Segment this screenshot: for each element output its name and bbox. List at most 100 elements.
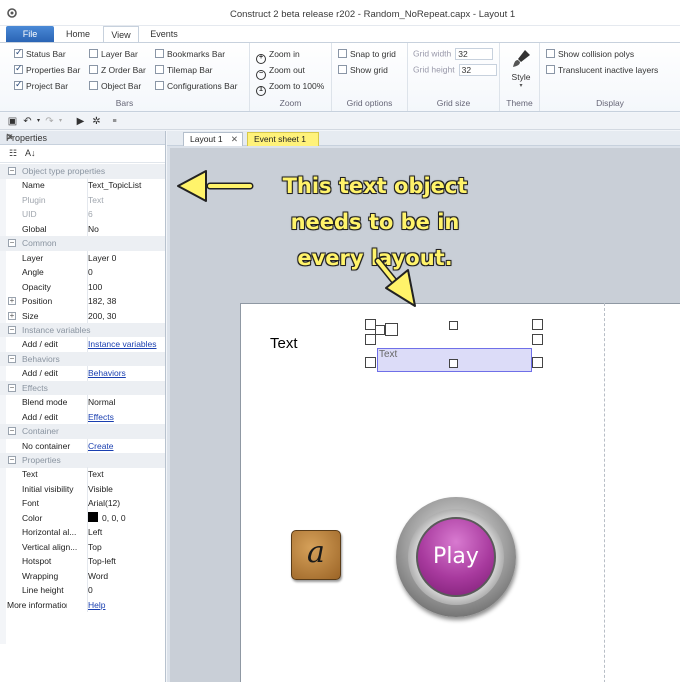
property-value-cell[interactable]: Effects [87,409,163,425]
translucent-inactive-layers-checkbox[interactable]: Translucent inactive layers [546,65,658,76]
property-value-cell[interactable]: Top [87,539,163,555]
property-row[interactable]: Plugin Text [0,192,165,208]
project-bar-checkbox[interactable]: Project Bar [14,79,68,92]
snap-to-grid-checkbox[interactable]: Snap to grid [338,49,396,60]
redo-dropdown-icon[interactable]: ▾ [55,116,66,127]
property-row[interactable]: Add / edit Effects [0,409,165,425]
tab-events[interactable]: Events [144,26,184,42]
property-row[interactable]: Hotspot Top-left [0,554,165,569]
property-row[interactable]: More information Help [0,597,165,612]
property-value-cell[interactable]: Top-left [87,554,163,569]
property-category[interactable]: − Properties [0,453,165,468]
collapse-icon[interactable]: − [8,325,16,334]
resize-handle[interactable] [365,357,376,368]
property-value-cell[interactable]: Text_TopicList [87,178,163,193]
hotspot-handle[interactable] [385,323,398,336]
resize-handle[interactable] [532,319,543,330]
property-row[interactable]: + Position 182, 38 [0,294,165,309]
property-row[interactable]: Opacity 100 [0,279,165,295]
property-value-cell[interactable]: Behaviors [87,366,163,381]
save-icon[interactable]: ▣ [7,116,18,127]
property-value-cell[interactable]: Layer 0 [87,250,163,266]
collapse-icon[interactable]: − [8,456,16,464]
customize-toolbar-icon[interactable]: ≡ [109,116,120,127]
property-row[interactable]: Line height 0 [0,583,165,598]
property-row[interactable]: Layer Layer 0 [0,250,165,266]
property-row[interactable]: No container Create [0,438,165,454]
property-row[interactable]: + Size 200, 30 [0,308,165,323]
property-value-cell[interactable]: Text [87,192,163,208]
property-category[interactable]: − Object type properties [0,164,165,179]
sort-alpha-icon[interactable]: A↓ [25,148,36,158]
resize-handle[interactable] [449,321,458,330]
layer-bar-checkbox[interactable]: Layer Bar [89,49,138,60]
resize-handle[interactable] [532,334,543,345]
property-row[interactable]: UID 6 [0,207,165,222]
zoom-in-button[interactable]: + Zoom in [256,49,300,64]
resize-handle[interactable] [532,357,543,368]
style-button[interactable]: Style ▾ [508,48,534,89]
property-row[interactable]: Name Text_TopicList [0,178,165,193]
categorized-icon[interactable]: ☷ [9,148,17,159]
property-row[interactable]: Wrapping Word [0,568,165,584]
collapse-icon[interactable]: − [8,167,16,175]
property-value-cell[interactable]: Arial(12) [87,496,163,511]
property-value-cell[interactable]: Word [87,568,163,584]
grid-height-input[interactable]: 32 [458,64,497,76]
tab-event-sheet-1[interactable]: Event sheet 1 [247,132,319,146]
property-link[interactable]: Help [88,600,105,610]
property-category[interactable]: − Container [0,424,165,439]
property-row[interactable]: Horizontal al... Left [0,525,165,540]
zoom-out-button[interactable]: − Zoom out [256,65,305,80]
property-row[interactable]: Font Arial(12) [0,496,165,511]
close-icon[interactable]: ✕ [6,132,159,143]
zoom-100-button[interactable]: 1 Zoom to 100% [256,81,324,96]
letter-tile-sprite[interactable]: a [291,530,341,580]
property-value-cell[interactable]: Normal [87,395,163,410]
property-value-cell[interactable]: No [87,221,163,237]
property-row[interactable]: Add / edit Behaviors [0,366,165,381]
expand-icon[interactable]: + [8,297,16,306]
property-value-cell[interactable]: Instance variables [87,337,163,352]
property-value-cell[interactable]: 0 [87,583,163,598]
layout-canvas[interactable]: This text object needs to be in every la… [170,148,680,682]
property-value-cell[interactable]: Help [87,597,163,612]
tab-view[interactable]: View [103,26,139,43]
property-category[interactable]: − Instance variables [0,322,165,338]
grid-width-input[interactable]: 32 [455,48,494,60]
z-order-bar-checkbox[interactable]: Z Order Bar [89,65,146,76]
properties-bar-checkbox[interactable]: Properties Bar [14,63,80,76]
property-row[interactable]: Add / edit Instance variables [0,337,165,352]
tab-file[interactable]: File [6,26,54,42]
status-bar-checkbox[interactable]: Status Bar [14,47,66,60]
property-category[interactable]: − Behaviors [0,351,165,367]
debug-icon[interactable]: ✲ [91,116,102,127]
configurations-bar-checkbox[interactable]: Configurations Bar [155,81,237,92]
property-link[interactable]: Effects [88,412,114,422]
collapse-icon[interactable]: − [8,239,16,248]
show-collision-polys-checkbox[interactable]: Show collision polys [546,49,634,60]
tab-home[interactable]: Home [58,26,98,42]
object-bar-checkbox[interactable]: Object Bar [89,81,141,92]
tab-layout-1[interactable]: Layout 1 ✕ [183,132,243,146]
property-value-cell[interactable]: Visible [87,481,163,497]
collapse-icon[interactable]: − [8,354,16,363]
bookmarks-bar-checkbox[interactable]: Bookmarks Bar [155,49,225,60]
property-category[interactable]: − Common [0,236,165,251]
expand-icon[interactable]: + [8,311,16,320]
property-row[interactable]: Vertical align... Top [0,539,165,555]
property-value-cell[interactable]: 0, 0, 0 [87,510,163,526]
close-tab-icon[interactable]: ✕ [231,133,238,146]
property-category[interactable]: − Effects [0,380,165,396]
play-button-sprite[interactable]: Play [396,497,516,617]
property-value-cell[interactable]: 200, 30 [87,308,163,323]
property-value-cell[interactable]: 6 [87,207,163,222]
show-grid-checkbox[interactable]: Show grid [338,65,388,76]
property-row[interactable]: Blend mode Normal [0,395,165,410]
text-object[interactable]: Text [270,335,298,352]
run-layout-icon[interactable]: ▶ [75,116,86,127]
property-link[interactable]: Create [88,441,114,451]
property-value-cell[interactable]: 182, 38 [87,294,163,309]
collapse-icon[interactable]: − [8,383,16,392]
property-row[interactable]: Initial visibility Visible [0,481,165,497]
